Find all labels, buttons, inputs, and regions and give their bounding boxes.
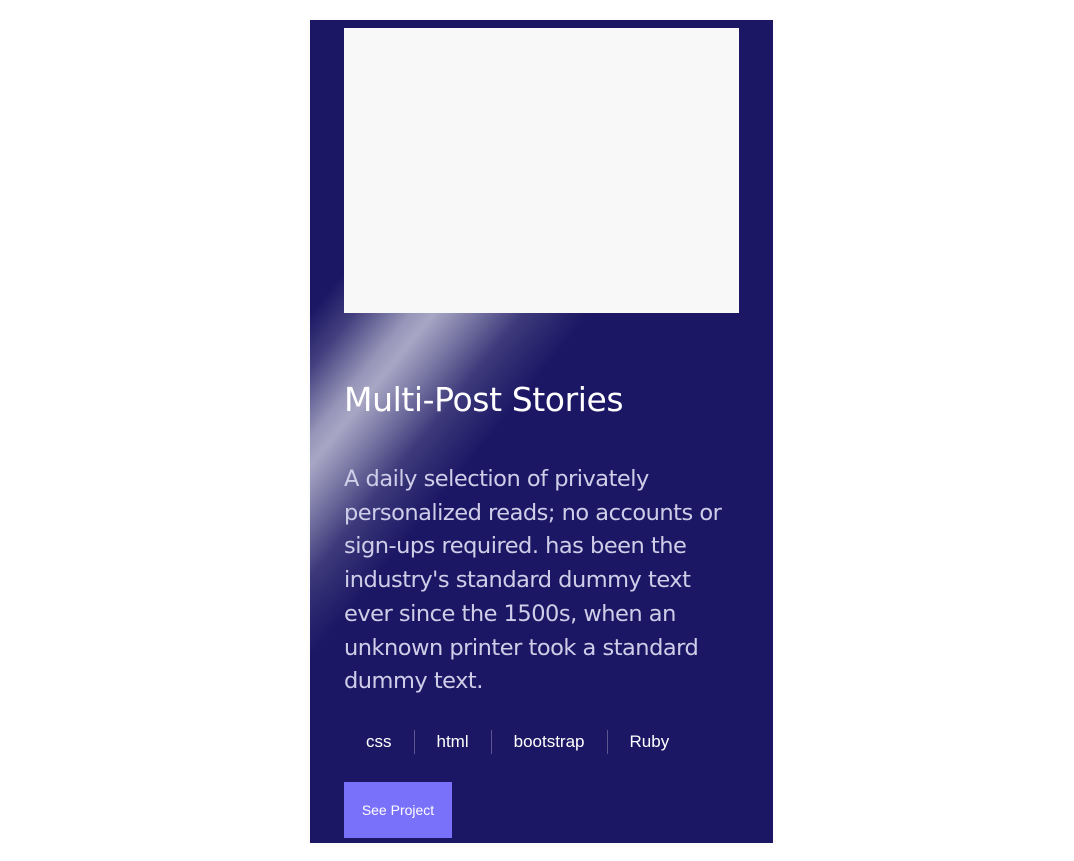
project-description: A daily selection of privately personali…	[344, 466, 722, 695]
see-project-button[interactable]: See Project	[344, 782, 452, 838]
tag-css: css	[344, 730, 415, 754]
project-image	[344, 28, 739, 313]
tag-bootstrap: bootstrap	[492, 730, 608, 754]
tag-ruby: Ruby	[629, 732, 670, 751]
project-card: Multi-Post Stories A daily selection of …	[310, 20, 773, 843]
tech-tags: css html bootstrap Ruby	[344, 730, 691, 754]
tag-html: html	[415, 730, 492, 754]
project-title: Multi-Post Stories	[344, 380, 624, 419]
